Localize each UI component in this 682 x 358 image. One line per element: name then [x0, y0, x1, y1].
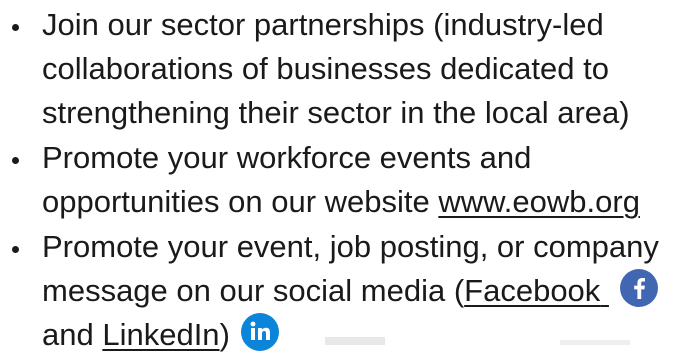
list-item-text: message on our social media ( [42, 273, 465, 308]
list-item-text-line: strengthening their sector in the local … [42, 95, 630, 130]
partial-image [560, 340, 630, 345]
list-item-text-line: collaborations of businesses dedicated t… [42, 51, 609, 86]
list-item-text-line: opportunities on our website www.eowb.or… [42, 180, 682, 224]
list-item-text-line: message on our social media (Facebook [42, 269, 682, 313]
linkedin-icon[interactable] [240, 313, 279, 351]
list-item-text: and [42, 317, 103, 352]
list-item-workforce-events: Promote your workforce events and opport… [0, 136, 682, 224]
bullet-dot [12, 157, 19, 164]
bullet-dot [12, 246, 19, 253]
partial-image [325, 337, 385, 345]
list-item-sector-partnerships: Join our sector partnerships (industry-l… [0, 3, 682, 135]
list-item-text-line: Join our sector partnerships (industry-l… [42, 7, 604, 42]
list-item-text-line: Promote your event, job posting, or comp… [42, 229, 659, 264]
linkedin-link[interactable]: LinkedIn [102, 317, 219, 352]
bullet-list: Join our sector partnerships (industry-l… [0, 3, 682, 358]
facebook-link[interactable]: Facebook [464, 273, 609, 308]
facebook-icon[interactable] [619, 269, 658, 307]
list-item-text-line: Promote your workforce events and [42, 140, 532, 175]
website-link[interactable]: www.eowb.org [438, 184, 640, 219]
bullet-dot [12, 24, 19, 31]
list-item-text: opportunities on our website [42, 184, 439, 219]
list-item-text-line: and LinkedIn) [42, 313, 682, 357]
facebook-link-label: Facebook [464, 273, 601, 308]
list-item-text: ) [219, 317, 230, 352]
